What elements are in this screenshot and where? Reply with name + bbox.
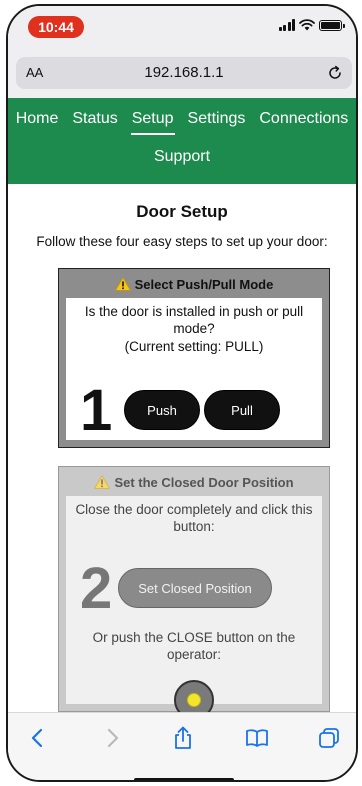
nav-connections[interactable]: Connections (252, 107, 355, 133)
pull-button[interactable]: Pull (204, 390, 280, 430)
step-1-card: Select Push/Pull Mode Is the door is ins… (58, 268, 330, 448)
reload-icon[interactable] (326, 64, 344, 82)
status-icons (278, 19, 345, 31)
back-icon[interactable] (24, 725, 50, 751)
wifi-icon (299, 19, 315, 31)
url-text[interactable]: 192.168.1.1 (16, 64, 352, 81)
forward-icon[interactable] (100, 725, 126, 751)
step-1-body: Is the door is installed in push or pull… (66, 298, 322, 440)
nav-support[interactable]: Support (147, 145, 217, 171)
battery-icon (319, 19, 345, 31)
nav-home[interactable]: Home (9, 107, 66, 133)
step-2-alt-instruction: Or push the CLOSE button on the operator… (92, 630, 296, 662)
page-title: Door Setup (136, 202, 228, 221)
address-bar[interactable]: AA 192.168.1.1 (16, 57, 352, 89)
page-intro: Follow these four easy steps to set up y… (36, 234, 328, 249)
browser-address-area: AA 192.168.1.1 (8, 52, 356, 98)
nav-settings[interactable]: Settings (181, 107, 253, 133)
nav-setup[interactable]: Setup (125, 107, 181, 135)
phone-frame: 10:44 AA 192.168.1.1 Home Status Setup S… (6, 4, 358, 782)
operator-close-button[interactable] (174, 680, 214, 712)
step-1-current-setting: (Current setting: PULL) (124, 339, 264, 354)
step-2-number: 2 (80, 556, 113, 621)
main-nav: Home Status Setup Settings Connections S… (8, 98, 356, 184)
push-button[interactable]: Push (124, 390, 200, 430)
step-2-header: Set the Closed Door Position (66, 474, 322, 494)
tabs-icon[interactable] (316, 725, 342, 751)
step-1-title: Select Push/Pull Mode (134, 277, 274, 292)
step-2-title: Set the Closed Door Position (114, 475, 294, 490)
warning-icon (94, 475, 111, 489)
step-2-card: Set the Closed Door Position Close the d… (58, 466, 330, 712)
step-1-question: Is the door is installed in push or pull… (84, 304, 304, 336)
step-2-body: Close the door completely and click this… (66, 496, 322, 712)
nav-status[interactable]: Status (65, 107, 124, 133)
home-indicator[interactable] (134, 778, 234, 780)
bookmarks-icon[interactable] (244, 725, 270, 751)
page-content: Door Setup Follow these four easy steps … (8, 184, 356, 712)
set-closed-position-button[interactable]: Set Closed Position (118, 568, 272, 608)
browser-toolbar (8, 712, 356, 780)
warning-icon (114, 277, 131, 291)
status-time: 10:44 (28, 16, 84, 38)
operator-led-indicator (187, 693, 201, 707)
nav-row-primary: Home Status Setup Settings Connections (8, 98, 356, 135)
step-1-number: 1 (80, 378, 113, 443)
nav-row-secondary: Support (8, 133, 356, 171)
status-bar: 10:44 (8, 6, 356, 52)
share-icon[interactable] (170, 725, 196, 751)
cellular-signal-icon (278, 19, 295, 31)
step-2-instruction: Close the door completely and click this… (75, 502, 313, 534)
step-1-header: Select Push/Pull Mode (66, 276, 322, 296)
